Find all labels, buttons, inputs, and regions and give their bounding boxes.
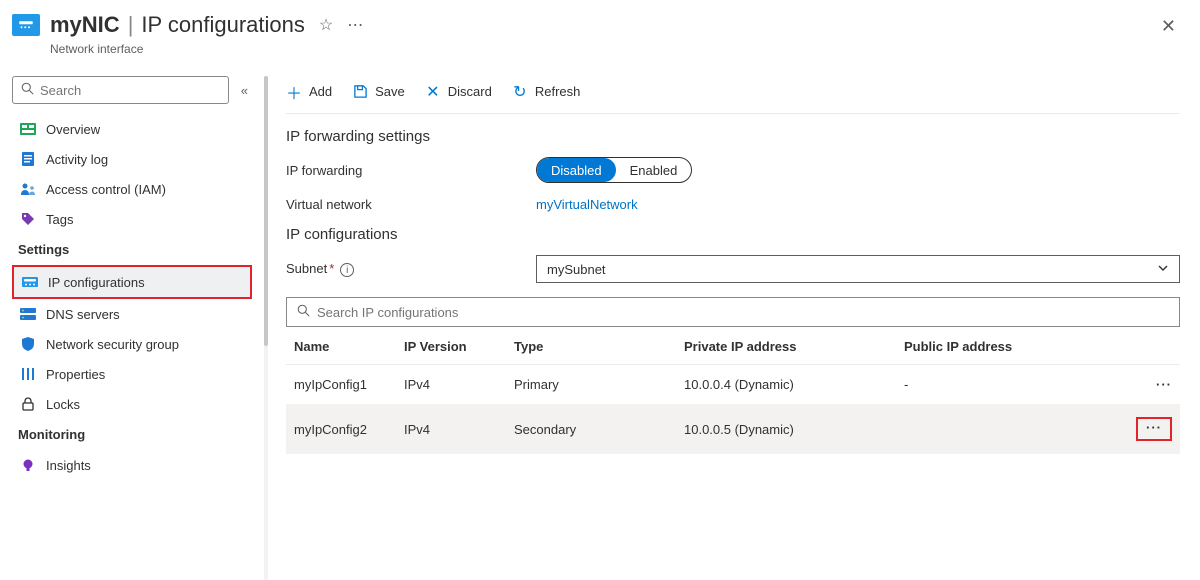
sidebar-search-input[interactable]: [40, 83, 220, 98]
sidebar-item-ip-configurations[interactable]: IP configurations: [12, 265, 252, 299]
save-icon: [352, 84, 368, 99]
ip-forwarding-toggle[interactable]: Disabled Enabled: [536, 157, 692, 183]
sidebar-item-dns-servers[interactable]: DNS servers: [12, 299, 252, 329]
nav-label: Overview: [46, 122, 100, 137]
dns-icon: [20, 306, 36, 322]
search-icon: [297, 304, 310, 320]
cell-name: myIpConfig2: [286, 405, 396, 454]
chevron-down-icon: [1157, 262, 1169, 277]
cell-public: -: [896, 365, 1128, 405]
toggle-disabled[interactable]: Disabled: [537, 158, 616, 182]
sidebar-item-activity-log[interactable]: Activity log: [12, 144, 252, 174]
main-content: ＋Add Save ✕Discard ↻Refresh IP forwardin…: [278, 70, 1200, 580]
info-icon[interactable]: i: [340, 263, 354, 277]
cell-type: Primary: [506, 365, 676, 405]
sidebar-scrollbar[interactable]: [264, 76, 268, 580]
sidebar-item-locks[interactable]: Locks: [12, 389, 252, 419]
col-name[interactable]: Name: [286, 327, 396, 365]
resource-name: myNIC: [50, 12, 120, 38]
insights-icon: [20, 457, 36, 473]
sidebar-item-properties[interactable]: Properties: [12, 359, 252, 389]
nav-label: Insights: [46, 458, 91, 473]
sidebar-collapse-icon[interactable]: «: [237, 79, 252, 102]
toggle-enabled[interactable]: Enabled: [616, 158, 692, 182]
cell-name: myIpConfig1: [286, 365, 396, 405]
table-header-row: Name IP Version Type Private IP address …: [286, 327, 1180, 365]
cell-private: 10.0.0.4 (Dynamic): [676, 365, 896, 405]
table-row[interactable]: myIpConfig2 IPv4 Secondary 10.0.0.5 (Dyn…: [286, 405, 1180, 454]
ip-config-icon: [22, 274, 38, 290]
cell-private: 10.0.0.5 (Dynamic): [676, 405, 896, 454]
nav-label: IP configurations: [48, 275, 145, 290]
favorite-star-icon[interactable]: ☆: [319, 15, 333, 35]
sidebar-search[interactable]: [12, 76, 229, 104]
nic-icon: [12, 14, 40, 36]
sidebar-heading-settings: Settings: [12, 234, 252, 265]
row-more-button[interactable]: ···: [1136, 417, 1172, 441]
col-type[interactable]: Type: [506, 327, 676, 365]
ip-forwarding-heading: IP forwarding settings: [286, 128, 1180, 145]
ip-config-search-input[interactable]: [317, 305, 1169, 320]
sidebar-item-tags[interactable]: Tags: [12, 204, 252, 234]
nav-label: Network security group: [46, 337, 179, 352]
sidebar-item-insights[interactable]: Insights: [12, 450, 252, 480]
sidebar-item-overview[interactable]: Overview: [12, 114, 252, 144]
page-header: myNIC | IP configurations ☆ ⋯ Network in…: [0, 0, 1200, 70]
overview-icon: [20, 121, 36, 137]
activity-log-icon: [20, 151, 36, 167]
nav-label: Activity log: [46, 152, 108, 167]
discard-icon: ✕: [425, 82, 441, 102]
page-title: IP configurations: [141, 12, 304, 38]
vnet-label: Virtual network: [286, 197, 536, 212]
col-private[interactable]: Private IP address: [676, 327, 896, 365]
resource-type-subtitle: Network interface: [50, 42, 363, 56]
refresh-button[interactable]: ↻Refresh: [512, 82, 581, 102]
save-button[interactable]: Save: [352, 84, 405, 99]
properties-icon: [20, 366, 36, 382]
iam-icon: [20, 181, 36, 197]
sidebar-item-iam[interactable]: Access control (IAM): [12, 174, 252, 204]
sidebar: « Overview Activity log Access control (…: [0, 70, 260, 580]
required-star: *: [329, 261, 334, 276]
row-more-button[interactable]: ···: [1128, 365, 1180, 405]
nav-label: DNS servers: [46, 307, 120, 322]
nav-label: Properties: [46, 367, 105, 382]
title-separator: |: [126, 12, 136, 38]
nav-label: Locks: [46, 397, 80, 412]
subnet-label: Subnet*i: [286, 261, 536, 278]
sidebar-heading-monitoring: Monitoring: [12, 419, 252, 450]
shield-icon: [20, 336, 36, 352]
nav-label: Tags: [46, 212, 73, 227]
ip-forwarding-label: IP forwarding: [286, 163, 536, 178]
search-icon: [21, 82, 34, 98]
ip-config-table: Name IP Version Type Private IP address …: [286, 327, 1180, 454]
vnet-link[interactable]: myVirtualNetwork: [536, 197, 638, 212]
subnet-dropdown[interactable]: mySubnet: [536, 255, 1180, 283]
col-version[interactable]: IP Version: [396, 327, 506, 365]
header-more-icon[interactable]: ⋯: [347, 15, 363, 35]
add-button[interactable]: ＋Add: [286, 80, 332, 104]
cell-version: IPv4: [396, 365, 506, 405]
title-block: myNIC | IP configurations ☆ ⋯ Network in…: [50, 10, 363, 56]
close-icon[interactable]: ✕: [1161, 16, 1176, 37]
cell-type: Secondary: [506, 405, 676, 454]
cell-version: IPv4: [396, 405, 506, 454]
plus-icon: ＋: [286, 80, 302, 104]
tags-icon: [20, 211, 36, 227]
lock-icon: [20, 396, 36, 412]
command-bar: ＋Add Save ✕Discard ↻Refresh: [286, 70, 1180, 114]
subnet-value: mySubnet: [547, 262, 606, 277]
nav-label: Access control (IAM): [46, 182, 166, 197]
col-public[interactable]: Public IP address: [896, 327, 1128, 365]
cell-public: [896, 405, 1128, 454]
table-row[interactable]: myIpConfig1 IPv4 Primary 10.0.0.4 (Dynam…: [286, 365, 1180, 405]
ip-configurations-heading: IP configurations: [286, 226, 1180, 243]
sidebar-item-nsg[interactable]: Network security group: [12, 329, 252, 359]
refresh-icon: ↻: [512, 82, 528, 102]
discard-button[interactable]: ✕Discard: [425, 82, 492, 102]
ip-config-search[interactable]: [286, 297, 1180, 327]
